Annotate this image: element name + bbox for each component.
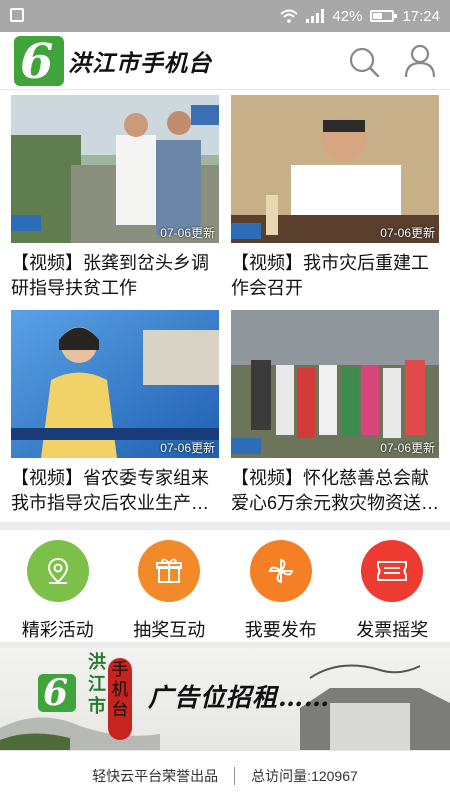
update-date: 07-06更新 [380, 226, 435, 240]
action-label: 发票摇奖 [356, 620, 429, 640]
news-thumbnail: 07-06更新 [11, 95, 219, 243]
action-invoice-lottery[interactable]: 发票摇奖 [337, 530, 449, 642]
news-title: 【视频】张龚到岔头乡调研指导扶贫工作 [11, 253, 209, 298]
banner-red-tag: 手机台 [108, 658, 132, 740]
ad-banner[interactable]: 6 洪江市 手机台 广告位招租…… [0, 648, 450, 750]
pinwheel-icon [249, 540, 312, 602]
update-date: 07-06更新 [160, 441, 215, 455]
user-profile-icon[interactable] [404, 44, 436, 78]
news-card[interactable]: 07-06更新 【视频】怀化慈善总会献爱心6万余元救灾物资送… [231, 310, 439, 516]
status-indicators: 42% 17:24 [280, 0, 440, 32]
update-date: 07-06更新 [380, 441, 435, 455]
action-label: 抽奖互动 [133, 620, 206, 640]
location-pin-icon [26, 540, 89, 602]
banner-headline: 广告位招租…… [148, 683, 331, 712]
clock: 17:24 [402, 7, 440, 25]
news-grid: 07-06更新 【视频】张龚到岔头乡调研指导扶贫工作 07-06更新 【视频】我… [0, 90, 450, 520]
update-date: 07-06更新 [160, 226, 215, 240]
action-publish[interactable]: 我要发布 [225, 530, 337, 642]
news-title: 【视频】省农委专家组来我市指导灾后农业生产… [11, 468, 209, 513]
wifi-icon [280, 9, 299, 23]
quick-actions: 精彩活动 抽奖互动 我要发布 发票摇奖 [0, 530, 450, 642]
notification-icon [10, 8, 24, 22]
action-label: 我要发布 [244, 620, 317, 640]
status-bar: 42% 17:24 [0, 0, 450, 32]
action-label: 精彩活动 [21, 620, 94, 640]
banner-logo-icon: 6 [38, 672, 76, 714]
invoice-ticket-icon [361, 540, 424, 602]
news-thumbnail: 07-06更新 [231, 310, 439, 458]
app-logo[interactable]: 6 洪江市手机台 [14, 36, 212, 86]
news-title: 【视频】怀化慈善总会献爱心6万余元救灾物资送… [231, 468, 439, 513]
logo-mark-icon: 6 [14, 36, 64, 86]
app-header: 6 洪江市手机台 [0, 32, 450, 90]
signal-icon [306, 9, 325, 23]
news-thumbnail: 07-06更新 [11, 310, 219, 458]
footer-credit: 轻快云平台荣誉出品 [92, 767, 219, 784]
news-card[interactable]: 07-06更新 【视频】张龚到岔头乡调研指导扶贫工作 [11, 95, 219, 301]
visit-counter: 总访问量:120967 [251, 767, 358, 784]
app-name: 洪江市手机台 [68, 50, 212, 77]
action-events[interactable]: 精彩活动 [2, 530, 114, 642]
footer-separator [234, 766, 236, 785]
search-icon[interactable] [348, 46, 380, 78]
gift-box-icon [138, 540, 201, 602]
battery-percent: 42% [332, 7, 363, 25]
news-title: 【视频】我市灾后重建工作会召开 [231, 253, 429, 298]
news-card[interactable]: 07-06更新 【视频】省农委专家组来我市指导灾后农业生产… [11, 310, 219, 516]
news-thumbnail: 07-06更新 [231, 95, 439, 243]
battery-icon [370, 10, 398, 22]
action-lottery[interactable]: 抽奖互动 [114, 530, 226, 642]
section-divider [0, 522, 450, 530]
banner-vertical-text: 洪江市 [88, 652, 106, 717]
news-card[interactable]: 07-06更新 【视频】我市灾后重建工作会召开 [231, 95, 439, 301]
page-footer: 轻快云平台荣誉出品 总访问量:120967 [0, 750, 450, 800]
